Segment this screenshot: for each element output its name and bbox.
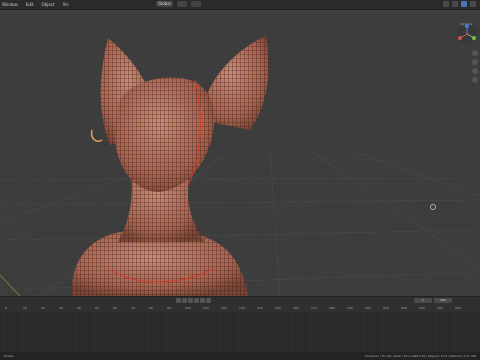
solid-shading-button[interactable]: [452, 1, 458, 7]
zoom-icon[interactable]: [472, 50, 478, 56]
ruler-tick: 150: [275, 306, 281, 310]
play-icon[interactable]: [194, 298, 199, 303]
wireframe-shading-button[interactable]: [443, 1, 449, 7]
status-stats: Armature | Fix the mesh | Tris 4,446,276…: [364, 354, 476, 358]
y-axis-line: [0, 274, 21, 296]
viewport-grid: [0, 36, 480, 296]
menu-item-vis[interactable]: Vis: [63, 2, 69, 7]
ruler-tick: 30: [59, 306, 63, 310]
menu-item-edit[interactable]: Edit: [26, 2, 34, 7]
ruler-tick: 120: [221, 306, 227, 310]
orientation-label: Global: [158, 1, 171, 6]
ruler-tick: 0: [5, 306, 7, 310]
blender-window: Window Edit Object Vis Global Options 1 …: [0, 0, 480, 360]
rendered-shading-button[interactable]: [470, 1, 476, 7]
next-keyframe-icon[interactable]: [200, 298, 205, 303]
status-bar: Rotate Armature | Fix the mesh | Tris 4,…: [0, 352, 480, 360]
ruler-tick: 20: [41, 306, 45, 310]
frame-start-field[interactable]: 1: [414, 298, 432, 303]
timeline-track-area[interactable]: [0, 312, 480, 352]
ruler-tick: 70: [131, 306, 135, 310]
ruler-tick: 10: [23, 306, 27, 310]
menu-item-window[interactable]: Window: [2, 2, 18, 7]
ruler-tick: 130: [239, 306, 245, 310]
ruler-tick: 60: [113, 306, 117, 310]
top-header: Window Edit Object Vis Global: [0, 0, 480, 10]
material-shading-button[interactable]: [461, 1, 467, 7]
proportional-edit-toggle[interactable]: [190, 1, 201, 7]
shading-buttons: [443, 1, 476, 7]
ruler-tick: 230: [419, 306, 425, 310]
ruler-tick: 160: [293, 306, 299, 310]
ruler-tick: 90: [167, 306, 171, 310]
perspective-icon[interactable]: [472, 77, 478, 83]
viewport-nav-icons: [472, 50, 478, 83]
header-menu: Window Edit Object Vis: [2, 2, 68, 7]
timeline-ruler[interactable]: 0 10 20 30 40 50 60 70 80 90 100 110 120…: [0, 304, 480, 312]
ruler-tick: 220: [401, 306, 407, 310]
ruler-tick: 80: [149, 306, 153, 310]
transform-orientation-dropdown[interactable]: Global: [156, 1, 173, 7]
ruler-tick: 190: [347, 306, 353, 310]
ruler-tick: 250: [455, 306, 461, 310]
character-mesh[interactable]: [71, 36, 269, 296]
ruler-tick: 100: [185, 306, 191, 310]
ruler-tick: 180: [329, 306, 335, 310]
playback-controls: [176, 298, 211, 303]
navigation-gizmo[interactable]: [456, 23, 478, 45]
menu-item-object[interactable]: Object: [42, 2, 55, 7]
ruler-tick: 200: [365, 306, 371, 310]
ruler-tick: 240: [437, 306, 443, 310]
snap-toggle[interactable]: [176, 1, 187, 7]
pan-icon[interactable]: [472, 59, 478, 65]
ruler-tick: 170: [311, 306, 317, 310]
header-center-tools: Global: [156, 1, 201, 7]
ruler-tick: 40: [77, 306, 81, 310]
ruler-tick: 50: [95, 306, 99, 310]
jump-end-icon[interactable]: [206, 298, 211, 303]
prev-keyframe-icon[interactable]: [182, 298, 187, 303]
ruler-tick: 210: [383, 306, 389, 310]
jump-start-icon[interactable]: [176, 298, 181, 303]
light-object-icon[interactable]: [430, 204, 436, 210]
frame-range: 1 250: [414, 298, 452, 303]
status-hint: Rotate: [4, 354, 14, 358]
frame-end-field[interactable]: 250: [434, 298, 452, 303]
play-reverse-icon[interactable]: [188, 298, 193, 303]
3d-viewport[interactable]: Options: [0, 10, 480, 296]
ruler-tick: 140: [257, 306, 263, 310]
ruler-tick: 110: [203, 306, 209, 310]
camera-icon[interactable]: [472, 68, 478, 74]
